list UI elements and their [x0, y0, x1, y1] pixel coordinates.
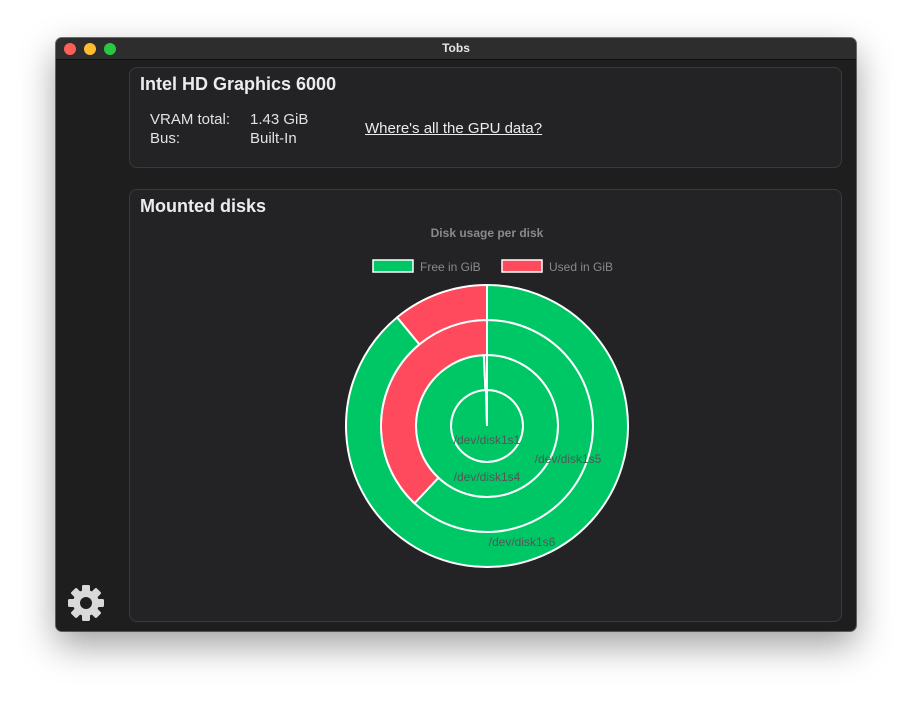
bus-value: Built-In [250, 130, 297, 147]
chart-title: Disk usage per disk [431, 226, 544, 240]
gpu-card: Intel HD Graphics 6000 VRAM total: 1.43 … [129, 67, 842, 168]
gear-icon[interactable] [66, 583, 106, 623]
ring-label: /dev/disk1s1 [454, 433, 521, 447]
legend-label[interactable]: Used in GiB [549, 260, 613, 274]
sidebar [56, 60, 126, 631]
window-title: Tobs [442, 41, 470, 55]
gpu-data-link[interactable]: Where's all the GPU data? [365, 120, 542, 137]
ring-segment[interactable] [482, 353, 488, 392]
legend-swatch[interactable] [372, 259, 414, 273]
legend-swatch[interactable] [501, 259, 543, 273]
ring-label: /dev/disk1s4 [454, 470, 521, 484]
ring-label: /dev/disk1s6 [489, 535, 556, 549]
disk-usage-chart: Disk usage per disk Free in GiB Used in G… [345, 226, 629, 568]
vram-label: VRAM total: [150, 111, 231, 128]
bus-label: Bus: [150, 130, 181, 147]
ring-label: /dev/disk1s5 [535, 452, 602, 466]
app-window: Tobs Intel HD Graphics 6000 VRAM total: … [56, 38, 856, 631]
chart-legend: Free in GiB Used in GiB [372, 259, 613, 274]
gpu-name: Intel HD Graphics 6000 [140, 74, 337, 94]
chart-rings [345, 283, 629, 568]
ring-segment[interactable] [485, 388, 488, 427]
legend-label[interactable]: Free in GiB [420, 260, 481, 274]
title-bar: Tobs [56, 38, 856, 60]
mounted-disks-card: Mounted disks Disk usage per disk Free i… [129, 189, 842, 622]
vram-value: 1.43 GiB [250, 111, 309, 128]
